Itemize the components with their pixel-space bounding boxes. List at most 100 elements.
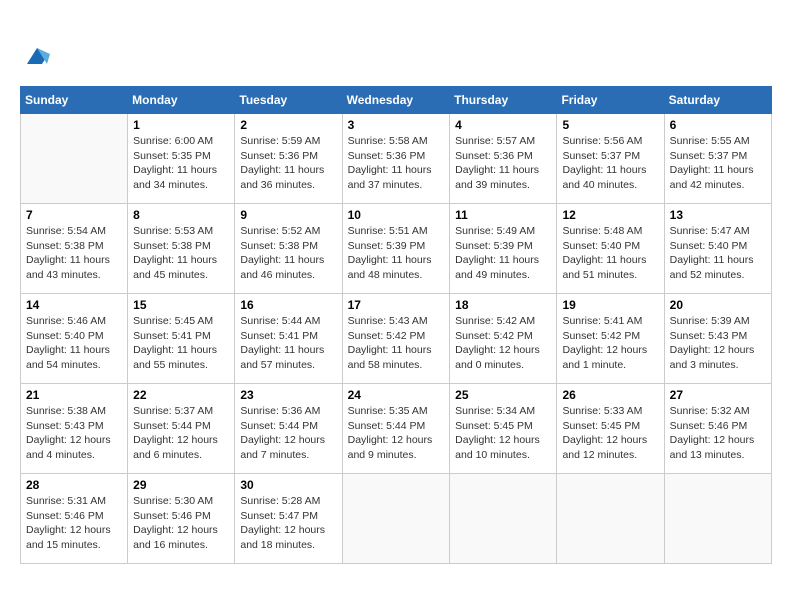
day-info: Sunrise: 5:59 AMSunset: 5:36 PMDaylight:… xyxy=(240,134,336,193)
day-number: 2 xyxy=(240,118,336,132)
day-number: 16 xyxy=(240,298,336,312)
logo-text xyxy=(20,20,52,76)
day-number: 26 xyxy=(562,388,658,402)
day-info: Sunrise: 5:34 AMSunset: 5:45 PMDaylight:… xyxy=(455,404,551,463)
day-number: 14 xyxy=(26,298,122,312)
day-info: Sunrise: 6:00 AMSunset: 5:35 PMDaylight:… xyxy=(133,134,229,193)
calendar-week-row: 28 Sunrise: 5:31 AMSunset: 5:46 PMDayligh… xyxy=(21,474,772,564)
day-number: 7 xyxy=(26,208,122,222)
calendar-day-cell: 30Sunrise: 5:28 AMSunset: 5:47 PMDayligh… xyxy=(235,474,342,564)
calendar-day-header: Wednesday xyxy=(342,87,450,114)
calendar-day-cell: 1 Sunrise: 6:00 AMSunset: 5:35 PMDaylight… xyxy=(128,114,235,204)
calendar-week-row: 14 Sunrise: 5:46 AMSunset: 5:40 PMDayligh… xyxy=(21,294,772,384)
calendar-day-cell: 26 Sunrise: 5:33 AMSunset: 5:45 PMDayligh… xyxy=(557,384,664,474)
calendar-day-header: Monday xyxy=(128,87,235,114)
calendar-body: 1 Sunrise: 6:00 AMSunset: 5:35 PMDaylight… xyxy=(21,114,772,564)
calendar-day-cell: 4 Sunrise: 5:57 AMSunset: 5:36 PMDaylight… xyxy=(450,114,557,204)
calendar-table: SundayMondayTuesdayWednesdayThursdayFrid… xyxy=(20,86,772,564)
calendar-day-cell: 18 Sunrise: 5:42 AMSunset: 5:42 PMDayligh… xyxy=(450,294,557,384)
day-info: Sunrise: 5:41 AMSunset: 5:42 PMDaylight:… xyxy=(562,314,658,373)
calendar-day-cell: 13 Sunrise: 5:47 AMSunset: 5:40 PMDayligh… xyxy=(664,204,771,294)
calendar-day-cell: 9 Sunrise: 5:52 AMSunset: 5:38 PMDaylight… xyxy=(235,204,342,294)
day-info: Sunrise: 5:57 AMSunset: 5:36 PMDaylight:… xyxy=(455,134,551,193)
day-number: 10 xyxy=(348,208,445,222)
calendar-week-row: 1 Sunrise: 6:00 AMSunset: 5:35 PMDaylight… xyxy=(21,114,772,204)
day-info: Sunrise: 5:55 AMSunset: 5:37 PMDaylight:… xyxy=(670,134,766,193)
calendar-day-cell: 11 Sunrise: 5:49 AMSunset: 5:39 PMDayligh… xyxy=(450,204,557,294)
page-header xyxy=(20,20,772,76)
calendar-day-cell: 22Sunrise: 5:37 AMSunset: 5:44 PMDayligh… xyxy=(128,384,235,474)
calendar-day-cell: 25 Sunrise: 5:34 AMSunset: 5:45 PMDayligh… xyxy=(450,384,557,474)
calendar-day-header: Tuesday xyxy=(235,87,342,114)
calendar-day-cell xyxy=(450,474,557,564)
calendar-day-cell: 20 Sunrise: 5:39 AMSunset: 5:43 PMDayligh… xyxy=(664,294,771,384)
day-info: Sunrise: 5:35 AMSunset: 5:44 PMDaylight:… xyxy=(348,404,445,463)
day-info: Sunrise: 5:39 AMSunset: 5:43 PMDaylight:… xyxy=(670,314,766,373)
day-number: 19 xyxy=(562,298,658,312)
day-number: 4 xyxy=(455,118,551,132)
day-info: Sunrise: 5:47 AMSunset: 5:40 PMDaylight:… xyxy=(670,224,766,283)
calendar-day-cell xyxy=(557,474,664,564)
day-info: Sunrise: 5:48 AMSunset: 5:40 PMDaylight:… xyxy=(562,224,658,283)
day-info: Sunrise: 5:52 AMSunset: 5:38 PMDaylight:… xyxy=(240,224,336,283)
calendar-day-cell: 21 Sunrise: 5:38 AMSunset: 5:43 PMDayligh… xyxy=(21,384,128,474)
calendar-day-cell: 28 Sunrise: 5:31 AMSunset: 5:46 PMDayligh… xyxy=(21,474,128,564)
calendar-day-cell: 17Sunrise: 5:43 AMSunset: 5:42 PMDayligh… xyxy=(342,294,450,384)
calendar-day-cell: 23 Sunrise: 5:36 AMSunset: 5:44 PMDayligh… xyxy=(235,384,342,474)
day-info: Sunrise: 5:42 AMSunset: 5:42 PMDaylight:… xyxy=(455,314,551,373)
calendar-day-cell: 7 Sunrise: 5:54 AMSunset: 5:38 PMDaylight… xyxy=(21,204,128,294)
day-info: Sunrise: 5:54 AMSunset: 5:38 PMDaylight:… xyxy=(26,224,122,283)
logo xyxy=(20,20,34,76)
day-number: 28 xyxy=(26,478,122,492)
day-info: Sunrise: 5:38 AMSunset: 5:43 PMDaylight:… xyxy=(26,404,122,463)
calendar-day-cell xyxy=(342,474,450,564)
day-number: 13 xyxy=(670,208,766,222)
day-number: 22 xyxy=(133,388,229,402)
day-number: 25 xyxy=(455,388,551,402)
day-info: Sunrise: 5:51 AMSunset: 5:39 PMDaylight:… xyxy=(348,224,445,283)
day-info: Sunrise: 5:45 AMSunset: 5:41 PMDaylight:… xyxy=(133,314,229,373)
day-number: 9 xyxy=(240,208,336,222)
day-number: 27 xyxy=(670,388,766,402)
calendar-day-cell: 8Sunrise: 5:53 AMSunset: 5:38 PMDaylight… xyxy=(128,204,235,294)
day-info: Sunrise: 5:49 AMSunset: 5:39 PMDaylight:… xyxy=(455,224,551,283)
day-number: 20 xyxy=(670,298,766,312)
calendar-week-row: 21 Sunrise: 5:38 AMSunset: 5:43 PMDayligh… xyxy=(21,384,772,474)
calendar-day-cell: 15 Sunrise: 5:45 AMSunset: 5:41 PMDayligh… xyxy=(128,294,235,384)
calendar-day-cell: 27Sunrise: 5:32 AMSunset: 5:46 PMDayligh… xyxy=(664,384,771,474)
day-info: Sunrise: 5:33 AMSunset: 5:45 PMDaylight:… xyxy=(562,404,658,463)
calendar-day-cell: 24Sunrise: 5:35 AMSunset: 5:44 PMDayligh… xyxy=(342,384,450,474)
day-number: 23 xyxy=(240,388,336,402)
day-number: 5 xyxy=(562,118,658,132)
calendar-day-cell: 6Sunrise: 5:55 AMSunset: 5:37 PMDaylight… xyxy=(664,114,771,204)
day-number: 1 xyxy=(133,118,229,132)
day-number: 15 xyxy=(133,298,229,312)
day-number: 3 xyxy=(348,118,445,132)
day-info: Sunrise: 5:44 AMSunset: 5:41 PMDaylight:… xyxy=(240,314,336,373)
day-info: Sunrise: 5:36 AMSunset: 5:44 PMDaylight:… xyxy=(240,404,336,463)
day-number: 8 xyxy=(133,208,229,222)
day-number: 12 xyxy=(562,208,658,222)
calendar-day-header: Friday xyxy=(557,87,664,114)
day-number: 21 xyxy=(26,388,122,402)
calendar-header-row: SundayMondayTuesdayWednesdayThursdayFrid… xyxy=(21,87,772,114)
calendar-day-cell: 12 Sunrise: 5:48 AMSunset: 5:40 PMDayligh… xyxy=(557,204,664,294)
day-number: 11 xyxy=(455,208,551,222)
calendar-day-cell: 5 Sunrise: 5:56 AMSunset: 5:37 PMDaylight… xyxy=(557,114,664,204)
logo-icon xyxy=(22,41,52,71)
calendar-day-cell xyxy=(664,474,771,564)
day-info: Sunrise: 5:30 AMSunset: 5:46 PMDaylight:… xyxy=(133,494,229,553)
calendar-day-cell: 19 Sunrise: 5:41 AMSunset: 5:42 PMDayligh… xyxy=(557,294,664,384)
calendar-day-cell: 14 Sunrise: 5:46 AMSunset: 5:40 PMDayligh… xyxy=(21,294,128,384)
day-number: 29 xyxy=(133,478,229,492)
day-info: Sunrise: 5:43 AMSunset: 5:42 PMDaylight:… xyxy=(348,314,445,373)
day-number: 18 xyxy=(455,298,551,312)
calendar-day-cell: 10 Sunrise: 5:51 AMSunset: 5:39 PMDayligh… xyxy=(342,204,450,294)
calendar-day-cell xyxy=(21,114,128,204)
calendar-day-header: Saturday xyxy=(664,87,771,114)
day-info: Sunrise: 5:56 AMSunset: 5:37 PMDaylight:… xyxy=(562,134,658,193)
day-info: Sunrise: 5:31 AMSunset: 5:46 PMDaylight:… xyxy=(26,494,122,553)
calendar-day-cell: 16 Sunrise: 5:44 AMSunset: 5:41 PMDayligh… xyxy=(235,294,342,384)
day-number: 30 xyxy=(240,478,336,492)
day-info: Sunrise: 5:46 AMSunset: 5:40 PMDaylight:… xyxy=(26,314,122,373)
